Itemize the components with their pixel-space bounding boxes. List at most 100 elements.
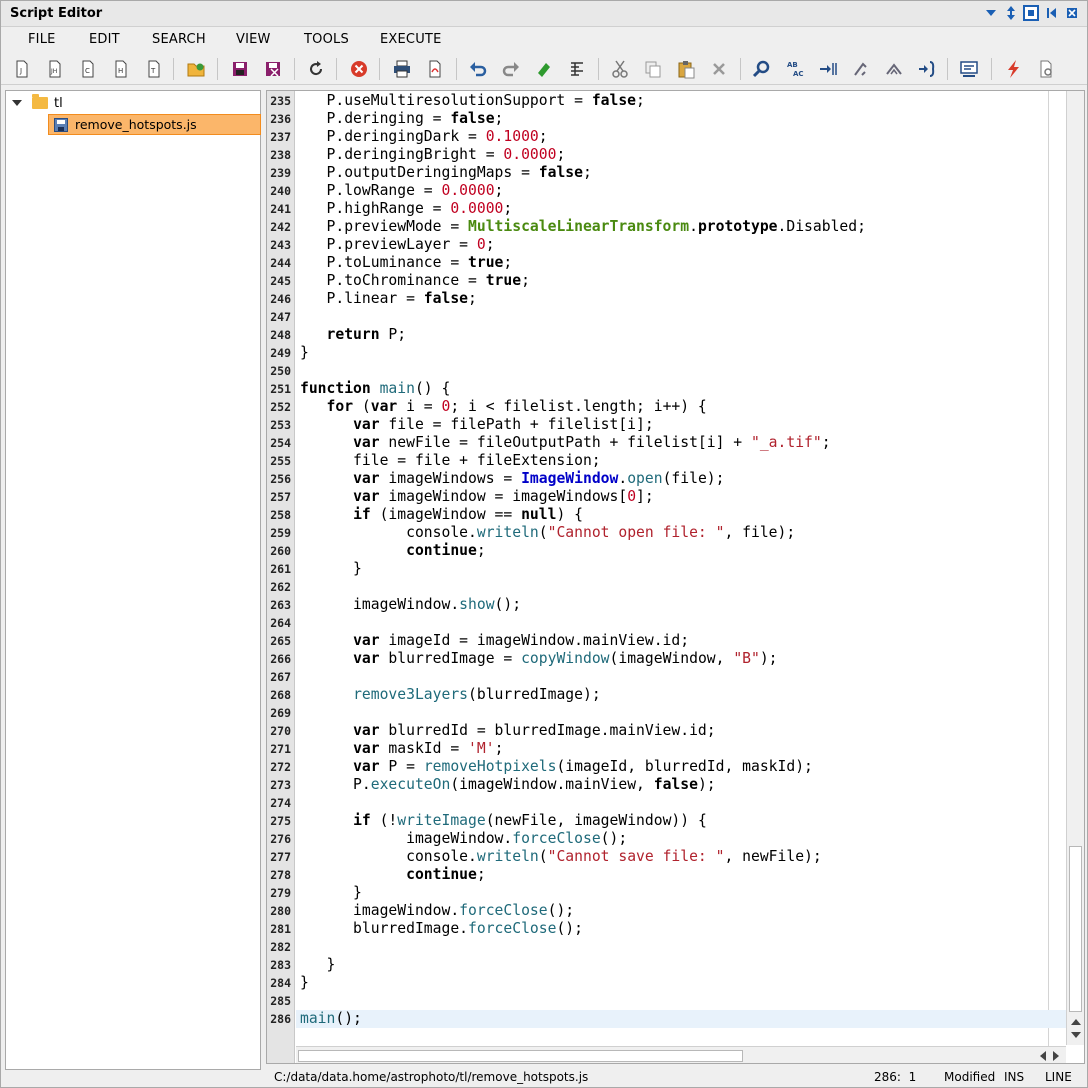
code-line[interactable]: var imageId = imageWindow.mainView.id; [296,632,1066,650]
code-line[interactable]: var file = filePath + filelist[i]; [296,416,1066,434]
code-line[interactable]: var imageWindows = ImageWindow.open(file… [296,470,1066,488]
new-js-file-icon[interactable]: J [11,58,33,80]
menu-tools[interactable]: TOOLS [304,32,349,47]
copy-icon[interactable] [642,58,664,80]
code-line[interactable]: return P; [296,326,1066,344]
code-line[interactable]: P.outputDeringingMaps = false; [296,164,1066,182]
menu-file[interactable]: FILE [28,32,56,47]
code-line[interactable]: imageWindow.forceClose(); [296,902,1066,920]
code-line[interactable]: if (imageWindow == null) { [296,506,1066,524]
tree-folder[interactable]: tl [12,94,63,111]
menu-view[interactable]: VIEW [236,32,271,47]
open-file-icon[interactable] [185,58,207,80]
reload-icon[interactable] [305,58,327,80]
code-line[interactable]: P.executeOn(imageWindow.mainView, false)… [296,776,1066,794]
code-line[interactable]: P.previewMode = MultiscaleLinearTransfor… [296,218,1066,236]
chevron-down-icon[interactable] [983,5,998,21]
code-line[interactable]: remove3Layers(blurredImage); [296,686,1066,704]
code-line[interactable]: imageWindow.forceClose(); [296,830,1066,848]
replace-icon[interactable]: AB AC [784,58,806,80]
menu-search[interactable]: SEARCH [152,32,206,47]
horizontal-scrollbar[interactable] [296,1046,1066,1063]
code-line[interactable]: P.previewLayer = 0; [296,236,1066,254]
cut-icon[interactable] [609,58,631,80]
tree-file-item[interactable]: remove_hotspots.js [48,114,261,135]
vertical-resize-icon[interactable] [1003,5,1018,21]
code-line[interactable]: continue; [296,866,1066,884]
menu-execute[interactable]: EXECUTE [380,32,441,47]
code-editor[interactable]: 235 236 237 238 239 240 241 242 243 244 245 246 247 2… [266,90,1085,1064]
scroll-down-icon[interactable] [1071,1032,1081,1038]
code-line[interactable]: P.highRange = 0.0000; [296,200,1066,218]
code-line[interactable]: imageWindow.show(); [296,596,1066,614]
code-line[interactable]: P.linear = false; [296,290,1066,308]
indent-icon[interactable] [817,58,839,80]
redo-icon[interactable] [500,58,522,80]
vertical-scroll-thumb[interactable] [1069,846,1082,1012]
code-line[interactable] [296,938,1066,956]
code-line[interactable]: P.lowRange = 0.0000; [296,182,1066,200]
code-line[interactable]: var maskId = 'M'; [296,740,1066,758]
new-jsh-file-icon[interactable]: JH [44,58,66,80]
menu-edit[interactable]: EDIT [89,32,120,47]
new-text-file-icon[interactable]: T [143,58,165,80]
export-pdf-icon[interactable] [424,58,446,80]
code-line[interactable]: console.writeln("Cannot open file: ", fi… [296,524,1066,542]
code-line[interactable]: var blurredId = blurredImage.mainView.id… [296,722,1066,740]
find-icon[interactable] [751,58,773,80]
code-line[interactable]: continue; [296,542,1066,560]
paste-icon[interactable] [675,58,697,80]
undo-icon[interactable] [467,58,489,80]
save-icon[interactable] [229,58,251,80]
close-icon[interactable] [1064,5,1079,21]
code-line[interactable]: var newFile = fileOutputPath + filelist[… [296,434,1066,452]
code-line[interactable]: var P = removeHotpixels(imageId, blurred… [296,758,1066,776]
code-line[interactable]: } [296,560,1066,578]
code-line[interactable]: } [296,344,1066,362]
code-line[interactable] [296,578,1066,596]
collapse-left-icon[interactable] [1044,5,1059,21]
block-icon[interactable] [916,58,938,80]
float-window-icon[interactable] [1023,5,1039,21]
close-file-icon[interactable] [348,58,370,80]
code-line[interactable]: for (var i = 0; i < filelist.length; i++… [296,398,1066,416]
code-line[interactable] [296,992,1066,1010]
caret-down-icon[interactable] [12,100,22,106]
code-line[interactable]: P.deringingDark = 0.1000; [296,128,1066,146]
code-line[interactable] [296,668,1066,686]
execute-icon[interactable] [1002,58,1024,80]
new-h-file-icon[interactable]: H [110,58,132,80]
code-line[interactable]: P.toChrominance = true; [296,272,1066,290]
unindent-icon[interactable] [850,58,872,80]
code-line[interactable]: } [296,884,1066,902]
scroll-left-icon[interactable] [1040,1051,1046,1061]
code-line[interactable]: main(); [296,1010,1066,1028]
code-line[interactable]: } [296,956,1066,974]
code-line[interactable]: console.writeln("Cannot save file: ", ne… [296,848,1066,866]
jump-icon[interactable] [883,58,905,80]
print-icon[interactable] [391,58,413,80]
code-line[interactable]: var blurredImage = copyWindow(imageWindo… [296,650,1066,668]
code-line[interactable]: P.deringingBright = 0.0000; [296,146,1066,164]
save-all-icon[interactable] [262,58,284,80]
code-line[interactable]: if (!writeImage(newFile, imageWindow)) { [296,812,1066,830]
settings-icon[interactable] [1035,58,1057,80]
code-area[interactable]: P.useMultiresolutionSupport = false; P.d… [296,91,1066,1063]
vertical-scrollbar[interactable] [1066,91,1084,1045]
code-line[interactable] [296,308,1066,326]
new-c-file-icon[interactable]: C [77,58,99,80]
format-icon[interactable] [566,58,588,80]
code-line[interactable]: } [296,974,1066,992]
code-line[interactable]: P.deringing = false; [296,110,1066,128]
code-line[interactable]: blurredImage.forceClose(); [296,920,1066,938]
code-line[interactable]: P.useMultiresolutionSupport = false; [296,92,1066,110]
code-line[interactable]: file = file + fileExtension; [296,452,1066,470]
delete-icon[interactable] [708,58,730,80]
code-line[interactable] [296,614,1066,632]
scroll-up-icon[interactable] [1071,1019,1081,1025]
code-line[interactable] [296,794,1066,812]
code-line[interactable]: P.toLuminance = true; [296,254,1066,272]
scroll-right-icon[interactable] [1053,1051,1059,1061]
clear-icon[interactable] [533,58,555,80]
horizontal-scroll-thumb[interactable] [298,1050,743,1062]
